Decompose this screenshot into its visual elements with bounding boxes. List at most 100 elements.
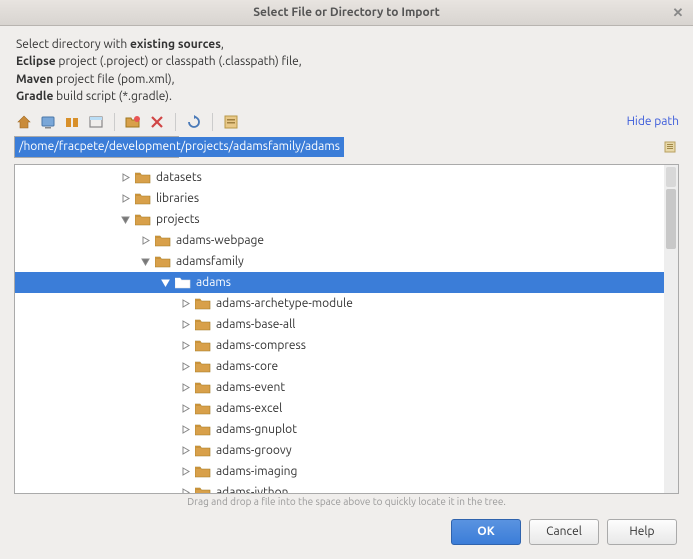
folder-icon [195, 444, 211, 457]
tree-row[interactable]: adams-event [15, 377, 678, 398]
folder-icon [155, 234, 171, 247]
tree-node-label: adams-groovy [216, 444, 292, 457]
hide-path-link[interactable]: Hide path [627, 115, 679, 128]
refresh-icon[interactable] [184, 112, 204, 132]
folder-icon [155, 255, 171, 268]
desc-bold: existing sources [130, 38, 221, 51]
tree-node-label: adamsfamily [176, 255, 244, 268]
new-folder-icon[interactable] [123, 112, 143, 132]
expand-arrow-icon[interactable] [179, 318, 191, 330]
tree-row[interactable]: adams-webpage [15, 230, 678, 251]
expand-arrow-icon[interactable] [119, 171, 131, 183]
tree-node-label: adams-excel [216, 402, 282, 415]
folder-icon [135, 171, 151, 184]
desktop-icon[interactable] [38, 112, 58, 132]
tree-node-label: adams-imaging [216, 465, 297, 478]
tree-row[interactable]: adams-jython [15, 482, 678, 494]
hint-text: Drag and drop a file into the space abov… [0, 494, 693, 507]
delete-icon[interactable] [147, 112, 167, 132]
tree-row[interactable]: adams-archetype-module [15, 293, 678, 314]
ok-button[interactable]: OK [451, 519, 521, 545]
title-bar: Select File or Directory to Import ✕ [0, 0, 693, 26]
desc-bold: Maven [16, 73, 53, 86]
tree-node-label: adams-webpage [176, 234, 264, 247]
tree-row[interactable]: adams-excel [15, 398, 678, 419]
tree-row[interactable]: adams-compress [15, 335, 678, 356]
folder-icon [135, 213, 151, 226]
expand-arrow-icon[interactable] [159, 276, 171, 288]
toolbar: Hide path [0, 108, 693, 136]
tree-node-label: projects [156, 213, 200, 226]
tree-node-label: datasets [156, 171, 202, 184]
home-icon[interactable] [14, 112, 34, 132]
module-icon[interactable] [86, 112, 106, 132]
scrollbar-track [666, 167, 676, 187]
desc-text: project file (pom.xml), [53, 73, 174, 86]
folder-icon [195, 402, 211, 415]
folder-icon [195, 423, 211, 436]
separator [175, 113, 176, 131]
expand-arrow-icon[interactable] [139, 234, 151, 246]
tree-node-label: adams-core [216, 360, 278, 373]
path-input[interactable] [14, 136, 179, 158]
tree-row[interactable]: adamsfamily [15, 251, 678, 272]
path-input-wrap[interactable]: /home/fracpete/development/projects/adam… [14, 136, 657, 158]
show-hidden-icon[interactable] [221, 112, 241, 132]
folder-icon [195, 486, 211, 494]
tree-node-label: adams-base-all [216, 318, 295, 331]
folder-icon [195, 465, 211, 478]
scrollbar-thumb[interactable] [666, 189, 676, 249]
cancel-button[interactable]: Cancel [529, 519, 599, 545]
desc-text: , [221, 38, 224, 51]
desc-text: build script (*.gradle). [53, 90, 172, 103]
folder-icon [195, 360, 211, 373]
separator [212, 113, 213, 131]
expand-arrow-icon[interactable] [179, 423, 191, 435]
folder-icon [195, 381, 211, 394]
expand-arrow-icon[interactable] [179, 360, 191, 372]
desc-bold: Gradle [16, 90, 53, 103]
tree-node-label: adams-archetype-module [216, 297, 353, 310]
tree-node-label: adams [196, 276, 231, 289]
expand-arrow-icon[interactable] [179, 339, 191, 351]
folder-icon [195, 339, 211, 352]
expand-arrow-icon[interactable] [179, 402, 191, 414]
expand-arrow-icon[interactable] [179, 444, 191, 456]
description: Select directory with existing sources, … [0, 26, 693, 108]
tree[interactable]: datasets libraries projects adams-webpage ad… [15, 165, 678, 494]
project-icon[interactable] [62, 112, 82, 132]
expand-arrow-icon[interactable] [179, 465, 191, 477]
tree-row[interactable]: adams-gnuplot [15, 419, 678, 440]
expand-arrow-icon[interactable] [179, 297, 191, 309]
close-icon[interactable]: ✕ [669, 4, 687, 22]
expand-arrow-icon[interactable] [139, 255, 151, 267]
tree-row[interactable]: adams-groovy [15, 440, 678, 461]
window-title: Select File or Directory to Import [253, 6, 440, 19]
desc-bold: Eclipse [16, 55, 56, 68]
help-button[interactable]: Help [607, 519, 677, 545]
history-icon[interactable] [661, 138, 679, 156]
folder-icon [195, 318, 211, 331]
tree-row[interactable]: adams-base-all [15, 314, 678, 335]
button-bar: OK Cancel Help [0, 507, 693, 557]
tree-row[interactable]: libraries [15, 188, 678, 209]
tree-row[interactable]: adams-core [15, 356, 678, 377]
tree-node-label: adams-jython [216, 486, 289, 494]
scrollbar[interactable] [664, 165, 678, 493]
expand-arrow-icon[interactable] [179, 381, 191, 393]
tree-row[interactable]: projects [15, 209, 678, 230]
folder-icon [135, 192, 151, 205]
tree-box[interactable]: datasets libraries projects adams-webpage ad… [14, 164, 679, 494]
folder-icon [195, 297, 211, 310]
desc-text: project (.project) or classpath (.classp… [56, 55, 302, 68]
separator [114, 113, 115, 131]
tree-row[interactable]: datasets [15, 167, 678, 188]
tree-node-label: adams-event [216, 381, 285, 394]
tree-node-label: adams-gnuplot [216, 423, 297, 436]
expand-arrow-icon[interactable] [119, 213, 131, 225]
tree-row[interactable]: adams-imaging [15, 461, 678, 482]
expand-arrow-icon[interactable] [179, 486, 191, 494]
expand-arrow-icon[interactable] [119, 192, 131, 204]
tree-row[interactable]: adams [15, 272, 678, 293]
folder-icon [175, 276, 191, 289]
